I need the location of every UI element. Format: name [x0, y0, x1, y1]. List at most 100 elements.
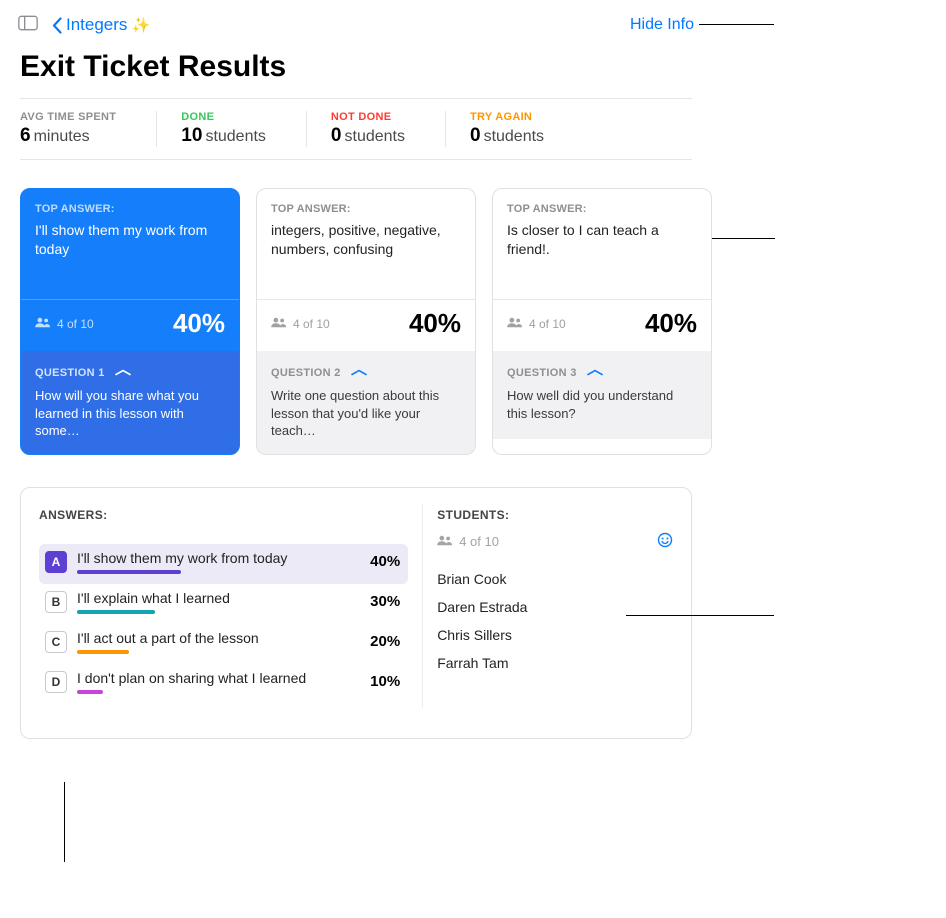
answer-row-c[interactable]: C I'll act out a part of the lesson 20%: [39, 624, 408, 664]
top-answer-label: TOP ANSWER:: [507, 203, 697, 215]
answer-text: I'll show them my work from today: [77, 550, 338, 566]
callout-line: [626, 615, 774, 616]
people-icon: [507, 317, 523, 331]
stat-label: AVG TIME SPENT: [20, 111, 116, 123]
answer-row-d[interactable]: D I don't plan on sharing what I learned…: [39, 664, 408, 704]
card-mid: 4 of 10 40%: [257, 299, 475, 351]
question-text: Write one question about this lesson tha…: [271, 387, 461, 440]
question-text: How well did you understand this lesson?: [507, 387, 697, 422]
question-card-1[interactable]: TOP ANSWER: I'll show them my work from …: [20, 188, 240, 455]
answer-percent: 10%: [348, 673, 400, 690]
page-title: Exit Ticket Results: [0, 44, 712, 98]
answer-letter: B: [45, 591, 67, 613]
top-answer-text: Is closer to I can teach a friend!.: [507, 221, 697, 259]
chevron-up-icon: [115, 363, 131, 381]
selected-pointer: [120, 454, 140, 455]
answer-bar: [77, 570, 338, 574]
answer-text: I'll act out a part of the lesson: [77, 630, 338, 646]
people-icon: [437, 534, 453, 549]
stats-bar: AVG TIME SPENT 6minutes DONE 10students …: [20, 98, 692, 160]
answer-percent: 30%: [348, 593, 400, 610]
respondent-count: 4 of 10: [507, 317, 566, 331]
sparkle-icon: ✨: [131, 16, 150, 34]
stat-value: 6minutes: [20, 125, 116, 147]
question-cards-row: TOP ANSWER: I'll show them my work from …: [0, 160, 712, 467]
callout-line: [699, 24, 774, 25]
stat-not-done: NOT DONE 0students: [331, 111, 446, 147]
stat-label: DONE: [181, 111, 266, 123]
student-name[interactable]: Chris Sillers: [437, 621, 673, 649]
card-top: TOP ANSWER: I'll show them my work from …: [21, 189, 239, 299]
answer-body: I'll act out a part of the lesson: [77, 630, 338, 654]
student-name[interactable]: Daren Estrada: [437, 593, 673, 621]
hide-info-button[interactable]: Hide Info: [630, 16, 694, 34]
stat-value: 10students: [181, 125, 266, 147]
card-mid: 4 of 10 40%: [21, 299, 239, 351]
callout-line: [64, 782, 65, 862]
back-button[interactable]: Integers ✨: [52, 15, 150, 35]
top-answer-label: TOP ANSWER:: [35, 203, 225, 215]
top-answer-label: TOP ANSWER:: [271, 203, 461, 215]
answer-bar: [77, 690, 338, 694]
chevron-up-icon: [587, 363, 603, 381]
top-answer-text: I'll show them my work from today: [35, 221, 225, 259]
question-number: QUESTION 2: [271, 367, 341, 379]
answers-label: ANSWERS:: [39, 508, 408, 522]
card-bottom: QUESTION 1 How will you share what you l…: [21, 351, 239, 454]
question-number: QUESTION 1: [35, 367, 105, 379]
chevron-up-icon: [351, 363, 367, 381]
answer-row-b[interactable]: B I'll explain what I learned 30%: [39, 584, 408, 624]
question-card-2[interactable]: TOP ANSWER: integers, positive, negative…: [256, 188, 476, 455]
card-mid: 4 of 10 40%: [493, 299, 711, 351]
answer-text: I'll explain what I learned: [77, 590, 338, 606]
stat-label: TRY AGAIN: [470, 111, 544, 123]
card-percent: 40%: [409, 308, 461, 339]
stat-value: 0students: [470, 125, 544, 147]
students-column: STUDENTS: 4 of 10 Brian Cook Daren Estra…: [422, 504, 687, 708]
question-text: How will you share what you learned in t…: [35, 387, 225, 440]
topbar-left: Integers ✨: [18, 15, 150, 36]
chevron-left-icon: [52, 17, 62, 34]
answer-body: I'll explain what I learned: [77, 590, 338, 614]
card-percent: 40%: [645, 308, 697, 339]
question-card-3[interactable]: TOP ANSWER: Is closer to I can teach a f…: [492, 188, 712, 455]
students-count-row: 4 of 10: [437, 532, 673, 551]
student-name[interactable]: Brian Cook: [437, 565, 673, 593]
top-answer-text: integers, positive, negative, numbers, c…: [271, 221, 461, 259]
stat-try-again: TRY AGAIN 0students: [470, 111, 584, 147]
stat-done: DONE 10students: [181, 111, 307, 147]
answer-bar: [77, 610, 338, 614]
answer-row-a[interactable]: A I'll show them my work from today 40%: [39, 544, 408, 584]
detail-panel: ANSWERS: A I'll show them my work from t…: [20, 487, 692, 739]
stat-value: 0students: [331, 125, 405, 147]
card-percent: 40%: [173, 308, 225, 339]
people-icon: [35, 317, 51, 331]
answer-letter: C: [45, 631, 67, 653]
message-students-icon[interactable]: [657, 532, 673, 551]
answer-bar: [77, 650, 338, 654]
card-top: TOP ANSWER: Is closer to I can teach a f…: [493, 189, 711, 299]
answers-column: ANSWERS: A I'll show them my work from t…: [25, 504, 422, 708]
answer-text: I don't plan on sharing what I learned: [77, 670, 338, 686]
answer-letter: A: [45, 551, 67, 573]
student-name[interactable]: Farrah Tam: [437, 649, 673, 677]
students-count: 4 of 10: [459, 534, 499, 549]
answer-letter: D: [45, 671, 67, 693]
card-bottom: QUESTION 3 How well did you understand t…: [493, 351, 711, 439]
app-window: Integers ✨ Hide Info Exit Ticket Results…: [0, 0, 712, 779]
respondent-count: 4 of 10: [271, 317, 330, 331]
back-label: Integers: [66, 15, 127, 35]
answer-body: I'll show them my work from today: [77, 550, 338, 574]
topbar: Integers ✨ Hide Info: [0, 0, 712, 44]
stat-label: NOT DONE: [331, 111, 405, 123]
answer-percent: 20%: [348, 633, 400, 650]
card-top: TOP ANSWER: integers, positive, negative…: [257, 189, 475, 299]
answer-percent: 40%: [348, 553, 400, 570]
question-number: QUESTION 3: [507, 367, 577, 379]
answer-body: I don't plan on sharing what I learned: [77, 670, 338, 694]
stat-avg-time: AVG TIME SPENT 6minutes: [20, 111, 157, 147]
respondent-count: 4 of 10: [35, 317, 94, 331]
students-label: STUDENTS:: [437, 508, 673, 522]
card-bottom: QUESTION 2 Write one question about this…: [257, 351, 475, 454]
toggle-sidebar-icon[interactable]: [18, 15, 38, 36]
